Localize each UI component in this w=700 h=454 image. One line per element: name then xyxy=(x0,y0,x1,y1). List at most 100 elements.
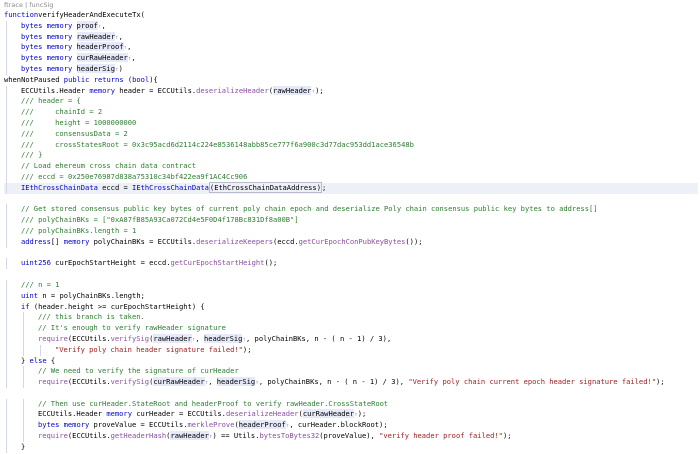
string-token: "verify header proof failed!" xyxy=(379,431,503,441)
code-editor[interactable]: functionverifyHeaderAndExecuteTx(bytes m… xyxy=(4,10,698,453)
code-line: uint256 curEpochStartHeight = eccd.getCu… xyxy=(4,258,698,270)
function-token: verifySig xyxy=(110,377,150,387)
code-token: ) xyxy=(118,63,123,73)
code-line-content: uint n = polyChainBKs.length; xyxy=(21,291,145,300)
indent-guide xyxy=(6,215,7,226)
function-token: require xyxy=(38,377,68,387)
code-line: ECCUtils.Header memory header = ECCUtils… xyxy=(4,85,698,97)
keyword-token: memory xyxy=(59,420,90,430)
comment-token: /// consensusData = 2 xyxy=(21,128,128,138)
indent-guide xyxy=(6,182,7,194)
type-token: IEthCrossChainData xyxy=(21,182,98,192)
code-line-content: /// height = 1000000000 xyxy=(21,118,136,127)
code-token: { xyxy=(46,355,56,365)
keyword-token: else xyxy=(29,355,47,365)
breadcrumb[interactable]: ftrace | funcSig xyxy=(4,1,53,9)
function-token: require xyxy=(38,333,68,343)
code-token: { xyxy=(153,74,158,84)
type-token: bool xyxy=(132,74,150,84)
code-line-content: // Then use curHeader.StateRoot and head… xyxy=(38,399,388,408)
keyword-token: memory xyxy=(89,85,115,95)
code-token: (ECCUtils. xyxy=(67,377,111,387)
comment-token: /// header = { xyxy=(21,96,81,106)
indent-guide xyxy=(6,139,7,151)
code-line: // Load ehereum cross chain data contrac… xyxy=(4,161,698,172)
code-line-content: bytes memory rawHeader↑, xyxy=(21,31,123,41)
indent-guide xyxy=(6,290,7,302)
type-token: IEthCrossChainData xyxy=(132,182,209,192)
parameter-token: rawHeader xyxy=(76,31,115,41)
keyword-token: public returns xyxy=(63,74,124,84)
indent-guide xyxy=(6,301,7,313)
code-line: address[] memory polyChainBKs = ECCUtils… xyxy=(4,236,698,248)
code-token: [] xyxy=(50,236,64,246)
code-line: /// polyChainBKs = ["0xA87fB85A93Ca072Cd… xyxy=(4,215,698,226)
function-token: require xyxy=(38,431,68,441)
indent-guide xyxy=(23,420,24,432)
indent-guide xyxy=(23,323,24,334)
code-token: curHeader = ECCUtils. xyxy=(131,409,226,419)
parameter-token: headerProof xyxy=(76,42,124,52)
parameter-token: headerSig xyxy=(216,377,256,387)
string-token: "Verify poly chain header signature fail… xyxy=(55,344,243,354)
code-line: /// height = 1000000000 xyxy=(4,117,698,129)
code-line: } else { xyxy=(4,355,698,367)
indent-guide xyxy=(6,409,7,421)
code-token: ()); xyxy=(405,236,423,246)
code-line-content: // We need to verify the signature of cu… xyxy=(38,366,239,375)
function-token: merkleProve xyxy=(187,420,235,430)
function-token: bytesToBytes32 xyxy=(259,431,320,441)
indent-guide xyxy=(23,344,24,356)
code-token: , polyChainBKs, n - ( n - 1) / 3), xyxy=(246,333,392,343)
code-line: whenNotPaused public returns (bool){ xyxy=(4,75,698,86)
code-line-content: } else { xyxy=(21,356,55,365)
comment-token: /// eccd = 0x250e76987d838a75310c34bf422… xyxy=(21,171,248,181)
code-token: ( xyxy=(123,74,133,84)
code-line-content: /// consensusData = 2 xyxy=(21,129,128,138)
code-token: (eccd. xyxy=(273,236,299,246)
keyword-token: memory xyxy=(42,63,77,73)
comment-token: // Get stored consensus public key bytes… xyxy=(21,204,598,214)
code-token: , xyxy=(131,53,136,63)
code-token: ); xyxy=(502,431,512,441)
code-line-content: /// this branch is taken. xyxy=(38,312,145,321)
parameter-token: curRawHeader xyxy=(76,53,128,63)
code-token: ); xyxy=(656,377,665,387)
comment-token: /// height = 1000000000 xyxy=(21,117,137,127)
keyword-token: memory xyxy=(42,31,77,41)
keyword-token: memory xyxy=(42,20,77,30)
code-line: bytes memory proveValue = ECCUtils.merkl… xyxy=(4,420,698,432)
parameter-token: rawHeader xyxy=(153,333,192,343)
code-line-content: IEthCrossChainData eccd = IEthCrossChain… xyxy=(21,181,326,193)
code-token: polyChainBKs = ECCUtils. xyxy=(89,236,197,246)
parameter-token: curRawHeader xyxy=(153,377,205,387)
code-line: /// chainId = 2 xyxy=(4,107,698,118)
code-line-content: bytes memory proof↑, xyxy=(21,20,106,30)
code-line: IEthCrossChainData eccd = IEthCrossChain… xyxy=(4,181,698,194)
indent-guide xyxy=(40,344,41,356)
code-line-content: } xyxy=(21,442,25,451)
indent-guide xyxy=(6,355,7,367)
comment-token: // Load ehereum cross chain data contrac… xyxy=(21,161,197,171)
indent-guide xyxy=(6,96,7,108)
function-token: getCurEpochConPubKeyBytes xyxy=(298,236,406,246)
indent-guide xyxy=(6,150,7,162)
code-line: bytes memory proof↑, xyxy=(4,20,698,32)
code-line-content: /// header = { xyxy=(21,96,81,105)
code-token: (ECCUtils. xyxy=(67,431,111,441)
code-line: /// } xyxy=(4,150,698,162)
code-token: verifyHeaderAndExecuteTx( xyxy=(38,10,145,19)
code-token: , xyxy=(118,31,123,41)
indent-guide xyxy=(6,171,7,183)
code-line: /// polyChainBKs.length = 1 xyxy=(4,225,698,237)
code-line-content: address[] memory polyChainBKs = ECCUtils… xyxy=(21,237,423,246)
parameter-token: curRawHeader xyxy=(302,409,355,419)
indent-guide xyxy=(6,85,7,97)
indent-guide xyxy=(6,204,7,216)
code-line-content: bytes memory headerProof↑, xyxy=(21,42,131,52)
indent-guide xyxy=(6,312,7,324)
code-line: require(ECCUtils.verifySig(rawHeader↑, h… xyxy=(4,333,698,345)
indent-guide xyxy=(6,366,7,378)
